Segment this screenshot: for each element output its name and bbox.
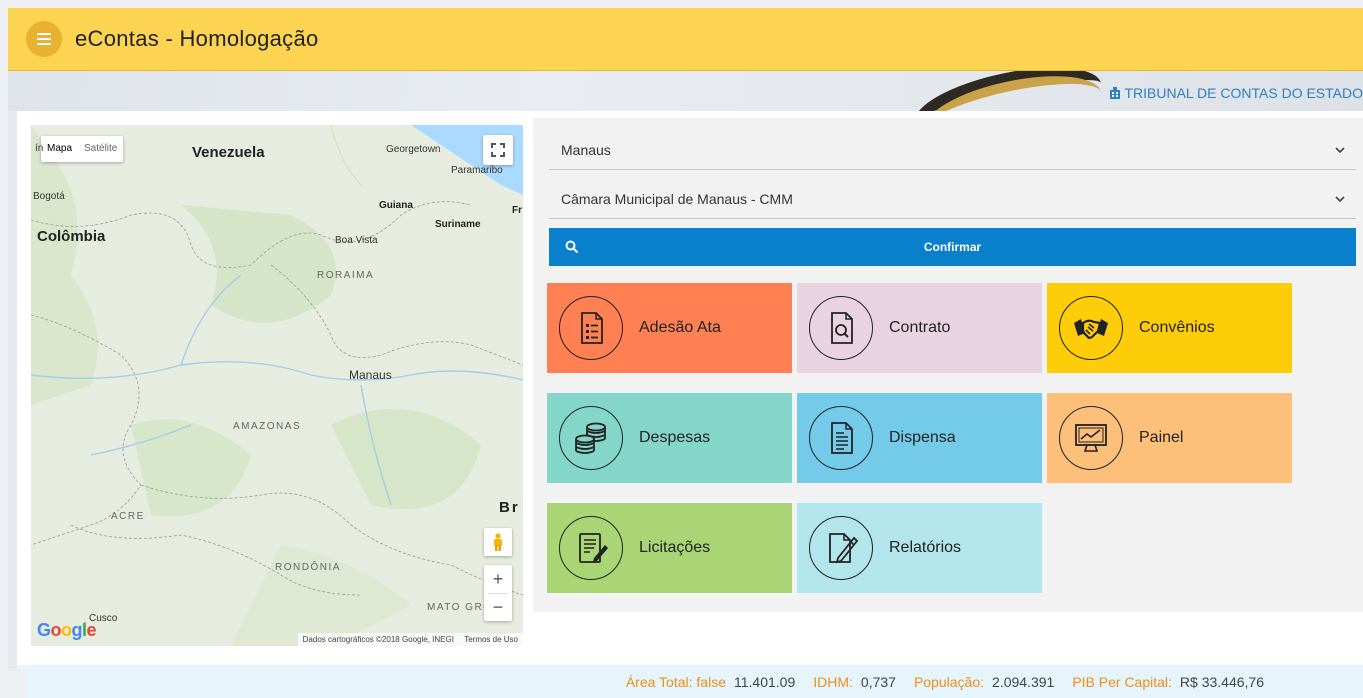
- attribution-text: Dados cartográficos ©2018 Google, INEGI: [302, 635, 454, 644]
- map-label-guiana: Guiana: [379, 200, 413, 211]
- map-label-colombia: Colômbia: [37, 228, 106, 245]
- map-label-acre: ACRE: [111, 511, 145, 522]
- handshake-icon: [1074, 319, 1108, 339]
- tile-label: Despesas: [639, 429, 711, 446]
- zoom-out-button[interactable]: −: [484, 593, 512, 621]
- coins-icon: [575, 422, 606, 454]
- app-header: eContas - Homologação: [8, 8, 1363, 71]
- tile-contrato[interactable]: Contrato: [797, 283, 1042, 373]
- stats-footer: Área Total: false 11.401.09 IDHM: 0,737 …: [26, 665, 1363, 698]
- map-label-rondonia: RONDÔNIA: [275, 562, 341, 573]
- document-list-icon: [581, 312, 603, 344]
- map-label-fr: Fr: [512, 205, 522, 216]
- map-label-amazonas: AMAZONAS: [233, 421, 302, 432]
- monitor-chart-icon: [1075, 424, 1107, 452]
- header-banner: TRIBUNAL DE CONTAS DO ESTADO: [8, 71, 1363, 111]
- map-label-paramaribo: Paramaribo: [451, 165, 503, 176]
- map-label-edge: ín: [35, 143, 44, 154]
- tile-label: Relatórios: [889, 539, 962, 556]
- hamburger-icon: [37, 33, 51, 35]
- entidade-select[interactable]: Câmara Municipal de Manaus - CMM: [549, 179, 1356, 219]
- tile-licitacoes[interactable]: Licitações: [547, 503, 792, 593]
- map-label-manaus: Manaus: [349, 368, 392, 382]
- zoom-in-button[interactable]: +: [484, 565, 512, 593]
- population-label: População:: [913, 673, 985, 690]
- map-label-mato-grosso: MATO GRO: [427, 602, 493, 613]
- report-pencil-icon: [829, 533, 859, 564]
- tile-label: Adesão Ata: [639, 319, 721, 336]
- map-label-boa-vista: Boa Vista: [335, 235, 378, 246]
- menu-button[interactable]: [26, 21, 62, 57]
- map-label-venezuela: Venezuela: [192, 144, 265, 161]
- pegman-icon: [494, 533, 502, 551]
- document-search-icon: [831, 312, 853, 344]
- document-text-icon: [831, 422, 853, 454]
- map-type-control[interactable]: Mapa Satélite: [41, 136, 124, 162]
- org-name-text: TRIBUNAL DE CONTAS DO ESTADO: [1124, 85, 1363, 101]
- tile-painel[interactable]: Painel: [1047, 393, 1292, 483]
- tile-despesas[interactable]: Despesas: [547, 393, 792, 483]
- fullscreen-icon: [491, 143, 505, 157]
- map-attribution: Dados cartográficos ©2018 Google, INEGI …: [297, 633, 523, 646]
- app-title: eContas - Homologação: [75, 26, 319, 51]
- building-icon: [1110, 87, 1121, 99]
- org-name-link[interactable]: TRIBUNAL DE CONTAS DO ESTADO: [1109, 85, 1363, 101]
- map-label-roraima: RORAIMA: [317, 270, 375, 281]
- map-type-satellite[interactable]: Satélite: [78, 136, 123, 162]
- street-view-button[interactable]: [484, 528, 512, 556]
- map-view[interactable]: Mapa Satélite ín Venezuela Georgetown Pa…: [31, 125, 523, 646]
- document-edit-icon: [579, 533, 608, 563]
- tile-label: Licitações: [639, 539, 711, 556]
- confirm-button[interactable]: Confirmar: [549, 228, 1356, 266]
- tile-adesao-ata[interactable]: Adesão Ata: [547, 283, 792, 373]
- map-label-suriname: Suriname: [435, 219, 481, 230]
- map-label-brasil: Br: [499, 499, 520, 516]
- map-label-georgetown: Georgetown: [386, 144, 441, 155]
- area-label: Área Total: false: [625, 673, 726, 690]
- tile-label: Painel: [1139, 429, 1184, 446]
- area-value: 11.401.09: [733, 673, 796, 690]
- pib-label: PIB Per Capital:: [1072, 673, 1172, 690]
- chevron-down-icon: [1335, 146, 1345, 153]
- tile-convenios[interactable]: Convênios: [1047, 283, 1292, 373]
- tile-relatorios[interactable]: Relatórios: [797, 503, 1042, 593]
- entidade-value: Câmara Municipal de Manaus - CMM: [561, 190, 793, 207]
- idhm-value: 0,737: [860, 673, 896, 690]
- terms-link[interactable]: Termos de Uso: [464, 635, 518, 644]
- google-logo: Google: [37, 620, 97, 640]
- map-label-bogota: Bogotá: [33, 191, 65, 202]
- municipio-select[interactable]: Manaus: [549, 130, 1356, 170]
- pib-value: R$ 33.446,76: [1179, 673, 1264, 690]
- tile-label: Dispensa: [889, 429, 956, 446]
- municipio-value: Manaus: [561, 141, 611, 158]
- chevron-down-icon: [1335, 195, 1345, 202]
- map-type-map[interactable]: Mapa: [41, 136, 78, 162]
- confirm-label: Confirmar: [923, 240, 982, 254]
- population-value: 2.094.391: [992, 673, 1055, 690]
- fullscreen-button[interactable]: [483, 135, 513, 165]
- tile-label: Convênios: [1139, 319, 1215, 336]
- zoom-control: + −: [484, 565, 512, 621]
- tile-label: Contrato: [889, 319, 951, 336]
- tile-dispensa[interactable]: Dispensa: [797, 393, 1042, 483]
- idhm-label: IDHM:: [813, 673, 853, 690]
